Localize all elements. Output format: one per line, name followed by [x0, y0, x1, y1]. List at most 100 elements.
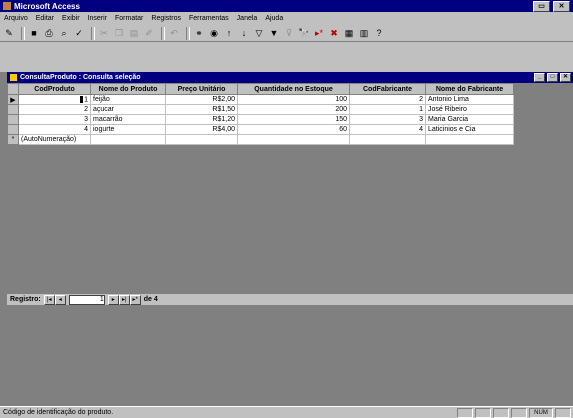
delete-record-icon[interactable]: ✖ [328, 27, 340, 39]
restore-icon[interactable]: ▭ [533, 0, 550, 12]
cell-nome-fabricante[interactable]: Maria Garcia [425, 114, 514, 125]
query-window-title: ConsultaProduto : Consulta seleção [20, 74, 141, 81]
spelling-icon[interactable]: ✓ [73, 27, 85, 39]
column-header[interactable]: CodProduto [18, 83, 91, 95]
paste-icon[interactable]: ▤ [128, 27, 140, 39]
record-navigation-bar: Registro: |◂ ◂ 1 ▸ ▸| ▸* de 4 [7, 294, 573, 305]
cell-nome-fabricante[interactable]: Antonio Lima [425, 94, 514, 105]
record-selector[interactable] [7, 104, 19, 115]
column-header[interactable]: Nome do Fabricante [425, 83, 514, 95]
menu-ferramentas[interactable]: Ferramentas [185, 15, 233, 22]
cell-codfabricante[interactable]: 2 [349, 94, 426, 105]
new-record-nav-icon[interactable]: ▸* [129, 294, 141, 305]
record-selector[interactable]: ▶ [7, 94, 19, 105]
first-record-icon[interactable]: |◂ [43, 294, 55, 305]
record-selector[interactable] [7, 124, 19, 135]
database-window-icon[interactable]: ▦ [343, 27, 355, 39]
cell-nome-fabricante[interactable]: Laticinios e Cia [425, 124, 514, 135]
cell-nome-fabricante[interactable] [425, 134, 514, 145]
find-icon[interactable]: 🔭 [298, 27, 310, 39]
filter-by-selection-icon[interactable]: ▽ [253, 27, 265, 39]
cell-codfabricante[interactable] [349, 134, 426, 145]
column-header[interactable]: Nome do Produto [90, 83, 166, 95]
cell-codproduto[interactable]: 3 [18, 114, 91, 125]
minimize-icon[interactable]: _ [534, 73, 545, 82]
save-icon[interactable]: ■ [28, 27, 40, 39]
select-all-corner[interactable] [7, 83, 19, 95]
office-assistant-icon[interactable]: ? [373, 27, 385, 39]
cell-preco[interactable]: R$4,00 [165, 124, 238, 135]
format-painter-icon[interactable]: ✐ [143, 27, 155, 39]
cell-codproduto[interactable]: 1 [18, 94, 91, 105]
cell-preco[interactable]: R$1,20 [165, 114, 238, 125]
cell-nome-produto[interactable] [90, 134, 166, 145]
app-title-bar: Microsoft Access ▭ ✕ [0, 0, 573, 12]
menu-registros[interactable]: Registros [147, 15, 185, 22]
datasheet-grid: CodProduto Nome do Produto Preço Unitári… [7, 83, 514, 145]
menu-ajuda[interactable]: Ajuda [261, 15, 287, 22]
print-preview-icon[interactable]: ⌕ [58, 27, 70, 39]
close-icon[interactable]: ✕ [560, 73, 571, 82]
cut-icon[interactable]: ✂ [98, 27, 110, 39]
toolbar-separator [21, 26, 25, 40]
table-row: 4 iogurte R$4,00 60 4 Laticinios e Cia [7, 124, 514, 135]
cell-codproduto[interactable]: 4 [18, 124, 91, 135]
access-key-icon [3, 2, 11, 10]
close-icon[interactable]: ✕ [553, 0, 570, 12]
cell-preco[interactable] [165, 134, 238, 145]
cell-quantidade[interactable]: 150 [237, 114, 350, 125]
cell-nome-fabricante[interactable]: José Ribeiro [425, 104, 514, 115]
cell-nome-produto[interactable]: macarrão [90, 114, 166, 125]
next-record-icon[interactable]: ▸ [107, 294, 119, 305]
column-header[interactable]: Quantidade no Estoque [237, 83, 350, 95]
cell-codproduto-autonumber[interactable]: (AutoNumeração) [18, 134, 91, 145]
menu-formatar[interactable]: Formatar [111, 15, 147, 22]
new-record-icon[interactable]: ▸* [313, 27, 325, 39]
cell-codproduto[interactable]: 2 [18, 104, 91, 115]
cell-preco[interactable]: R$1,50 [165, 104, 238, 115]
cell-quantidade[interactable] [237, 134, 350, 145]
new-record-selector[interactable]: * [7, 134, 19, 145]
record-selector[interactable] [7, 114, 19, 125]
filter-by-form-icon[interactable]: ▼ [268, 27, 280, 39]
menu-arquivo[interactable]: Arquivo [0, 15, 32, 22]
menu-exibir[interactable]: Exibir [58, 15, 84, 22]
last-record-icon[interactable]: ▸| [118, 294, 130, 305]
print-icon[interactable]: ⎙ [43, 27, 55, 39]
sort-ascending-icon[interactable]: ↑ [223, 27, 235, 39]
sort-descending-icon[interactable]: ↓ [238, 27, 250, 39]
insert-hyperlink-icon[interactable]: ⚭ [193, 27, 205, 39]
cell-nome-produto[interactable]: feijão [90, 94, 166, 105]
cell-quantidade[interactable]: 200 [237, 104, 350, 115]
apply-filter-icon[interactable]: ⊽ [283, 27, 295, 39]
cell-preco[interactable]: R$2,00 [165, 94, 238, 105]
cell-nome-produto[interactable]: açucar [90, 104, 166, 115]
cell-codfabricante[interactable]: 1 [349, 104, 426, 115]
status-panel [475, 407, 491, 418]
mdi-area-top [0, 42, 573, 72]
menu-editar[interactable]: Editar [32, 15, 58, 22]
cell-codfabricante[interactable]: 4 [349, 124, 426, 135]
previous-record-icon[interactable]: ◂ [54, 294, 66, 305]
menu-janela[interactable]: Janela [233, 15, 262, 22]
cell-codfabricante[interactable]: 3 [349, 114, 426, 125]
new-record-row: * (AutoNumeração) [7, 134, 514, 145]
maximize-icon[interactable]: □ [547, 73, 558, 82]
app-title: Microsoft Access [14, 1, 80, 11]
query-window: ConsultaProduto : Consulta seleção _ □ ✕… [7, 72, 573, 309]
record-number-input[interactable]: 1 [68, 294, 105, 305]
copy-icon[interactable]: ❐ [113, 27, 125, 39]
column-header[interactable]: CodFabricante [349, 83, 426, 95]
cell-quantidade[interactable]: 100 [237, 94, 350, 105]
new-object-icon[interactable]: ▥ [358, 27, 370, 39]
cell-quantidade[interactable]: 60 [237, 124, 350, 135]
status-panel [493, 407, 509, 418]
menu-inserir[interactable]: Inserir [84, 15, 111, 22]
column-header[interactable]: Preço Unitário [165, 83, 238, 95]
num-lock-indicator: NUM [529, 407, 553, 418]
undo-icon[interactable]: ↶ [168, 27, 180, 39]
cell-nome-produto[interactable]: iogurte [90, 124, 166, 135]
view-design-icon[interactable]: ✎ [3, 27, 15, 39]
web-toolbar-icon[interactable]: ◉ [208, 27, 220, 39]
status-text: Código de identificação do produto. [3, 409, 114, 416]
